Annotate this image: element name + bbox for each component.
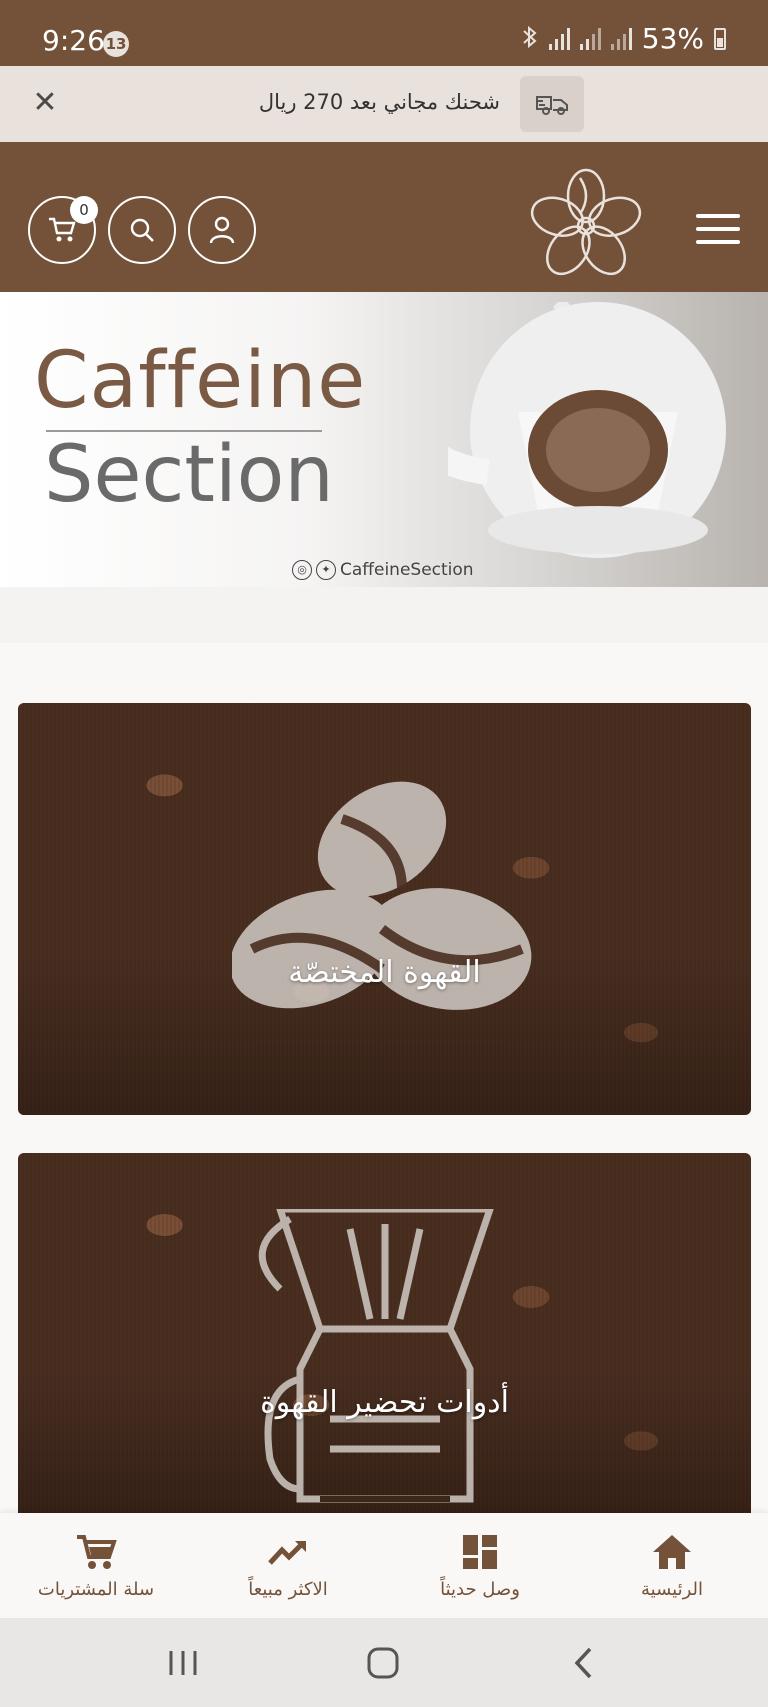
social-handle-text: CaffeineSection	[340, 560, 474, 580]
system-navigation-bar	[0, 1618, 768, 1707]
brand-name-section: Section	[44, 430, 334, 520]
nav-home-label: الرئيسية	[641, 1579, 703, 1600]
nav-new-arrivals[interactable]: وصل حديثاً	[384, 1513, 576, 1618]
category-card-brewing-tools[interactable]: أدوات تحضير القهوة	[18, 1153, 751, 1513]
twitter-icon: ✦	[316, 560, 336, 580]
announcement-text: شحنك مجاني بعد 270 ريال	[258, 90, 500, 114]
recent-apps-icon[interactable]	[166, 1646, 200, 1680]
status-icons: 53%	[521, 22, 726, 55]
bottom-navigation: سلة المشتريات الاكثر مبيعاً وصل حديثاً ا…	[0, 1513, 768, 1618]
trending-icon	[268, 1541, 306, 1565]
search-button[interactable]	[108, 196, 176, 264]
battery-percent: 53%	[641, 22, 704, 55]
back-icon[interactable]	[568, 1646, 602, 1680]
nav-best-sellers[interactable]: الاكثر مبيعاً	[192, 1513, 384, 1618]
status-bar: 9:26 13 53%	[0, 0, 768, 66]
social-handle: ◎ ✦ CaffeineSection	[292, 560, 474, 580]
signal-weak-icon	[610, 27, 632, 50]
bluetooth-icon	[521, 25, 539, 53]
category-title: القهوة المختصّة	[288, 955, 481, 990]
hero-banner[interactable]: Caffeine Section ◎ ✦ CaffeineSection	[0, 292, 768, 587]
truck-icon	[520, 76, 584, 132]
search-icon	[130, 218, 154, 242]
coffee-dripper-icon	[258, 1209, 494, 1503]
nav-home[interactable]: الرئيسية	[576, 1513, 768, 1618]
battery-icon	[714, 27, 726, 50]
notification-count-badge: 13	[103, 31, 129, 57]
app-header: 0	[0, 142, 768, 292]
user-icon	[209, 216, 235, 244]
brand-name-caffeine: Caffeine	[34, 336, 367, 426]
shipping-announcement: ✕ شحنك مجاني بعد 270 ريال	[0, 66, 768, 142]
nav-cart-label: سلة المشتريات	[37, 1579, 155, 1600]
home-button-icon[interactable]	[366, 1646, 400, 1680]
caffeine-section-logo[interactable]	[528, 168, 644, 284]
coffee-dripper-illustration	[448, 302, 726, 558]
nav-new-arrivals-label: وصل حديثاً	[440, 1579, 520, 1600]
nav-cart[interactable]: سلة المشتريات	[0, 1513, 192, 1618]
close-icon[interactable]: ✕	[28, 86, 62, 120]
signal-icon	[548, 27, 570, 50]
category-title: أدوات تحضير القهوة	[260, 1385, 509, 1420]
coffee-beans-icon	[232, 781, 532, 1010]
home-icon	[653, 1535, 691, 1569]
status-time: 9:26	[42, 24, 105, 57]
section-spacer	[0, 587, 768, 643]
dashboard-icon	[463, 1535, 497, 1569]
category-card-specialty-coffee[interactable]: القهوة المختصّة	[18, 703, 751, 1115]
hamburger-menu-icon[interactable]	[696, 214, 740, 246]
nav-best-sellers-label: الاكثر مبيعاً	[248, 1579, 328, 1600]
account-button[interactable]	[188, 196, 256, 264]
signal-4g-icon	[579, 27, 601, 50]
cart-count-badge: 0	[70, 196, 98, 224]
instagram-icon: ◎	[292, 560, 312, 580]
cart-icon	[77, 1535, 117, 1569]
